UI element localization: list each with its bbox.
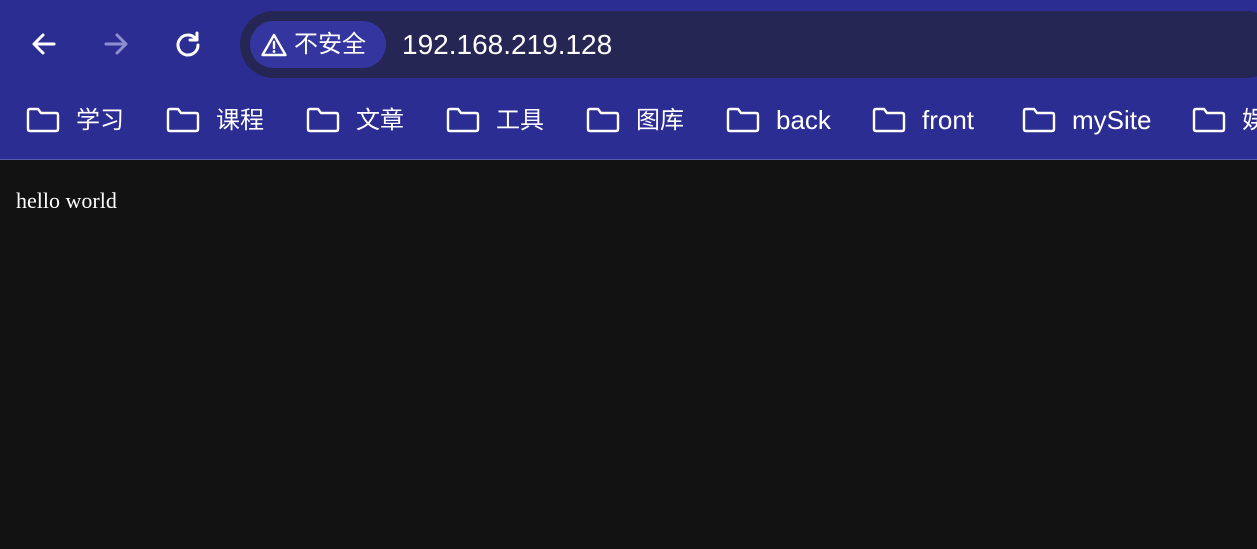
bookmark-folder-xuexi[interactable]: 学习 [26, 92, 124, 148]
folder-icon [1022, 106, 1056, 134]
bookmark-folder-kecheng[interactable]: 课程 [166, 92, 264, 148]
page-body-text: hello world [16, 188, 117, 213]
bookmarks-bar: 学习 课程 文章 工具 图库 back front mySite [0, 92, 1257, 148]
address-bar[interactable]: 不安全 192.168.219.128 [240, 11, 1257, 78]
bookmark-folder-tuku[interactable]: 图库 [586, 92, 684, 148]
bookmark-label: 课程 [216, 106, 264, 134]
folder-icon [166, 106, 200, 134]
browser-chrome: 不安全 192.168.219.128 学习 课程 文章 工具 图库 back … [0, 0, 1257, 160]
bookmark-label: 文章 [356, 106, 404, 134]
warning-triangle-icon [260, 31, 288, 59]
bookmark-label: 学习 [76, 106, 124, 134]
bookmark-folder-wenzhang[interactable]: 文章 [306, 92, 404, 148]
bookmark-folder-mysite[interactable]: mySite [1022, 92, 1151, 148]
folder-icon [872, 106, 906, 134]
bookmark-label: mySite [1072, 105, 1152, 135]
security-indicator[interactable]: 不安全 [250, 21, 386, 68]
bookmark-label: back [776, 105, 831, 135]
security-label: 不安全 [294, 30, 366, 58]
url-text[interactable]: 192.168.219.128 [402, 11, 612, 78]
bookmark-folder-gongju[interactable]: 工具 [446, 92, 544, 148]
bookmark-label: 图库 [636, 106, 684, 134]
folder-icon [446, 106, 480, 134]
bookmark-folder-front[interactable]: front [872, 92, 974, 148]
folder-icon [586, 106, 620, 134]
folder-icon [1192, 106, 1226, 134]
bookmark-label: front [922, 105, 975, 135]
arrow-left-icon [30, 30, 58, 58]
bookmark-label: 工具 [496, 106, 544, 134]
folder-icon [26, 106, 60, 134]
back-button[interactable] [24, 24, 64, 64]
arrow-right-icon [102, 30, 130, 58]
bookmark-label: 娱 [1242, 92, 1257, 148]
reload-button[interactable] [168, 24, 208, 64]
page-content: hello world [0, 160, 1257, 549]
folder-icon [726, 106, 760, 134]
reload-icon [174, 30, 202, 58]
forward-button[interactable] [96, 24, 136, 64]
folder-icon [306, 106, 340, 134]
bookmark-folder-yu[interactable]: 娱 [1192, 92, 1257, 148]
bookmark-folder-back[interactable]: back [726, 92, 831, 148]
